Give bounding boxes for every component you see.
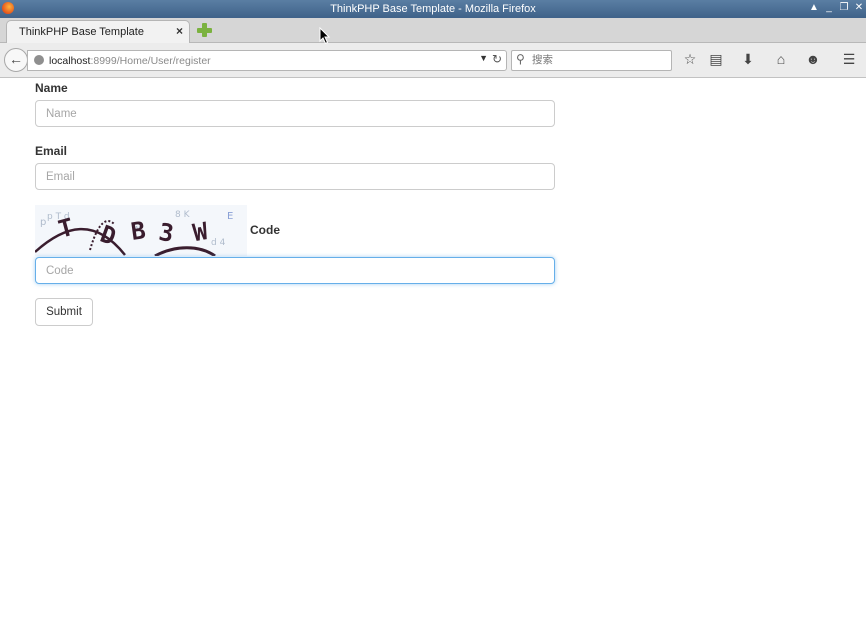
- home-icon[interactable]: ⌂: [771, 49, 791, 69]
- submit-button[interactable]: Submit: [35, 298, 93, 326]
- code-label: Code: [250, 223, 280, 237]
- name-label: Name: [35, 81, 68, 95]
- window-titlebar: ThinkPHP Base Template - Mozilla Firefox…: [0, 0, 866, 18]
- svg-text:B: B: [129, 216, 147, 246]
- svg-text:p: p: [40, 217, 46, 228]
- search-input[interactable]: [532, 53, 666, 67]
- url-text[interactable]: localhost:8999/Home/User/register: [49, 55, 211, 67]
- minimize-icon[interactable]: _: [823, 2, 835, 13]
- back-button[interactable]: ←: [4, 48, 28, 72]
- search-box[interactable]: ⚲: [511, 50, 672, 71]
- url-bar[interactable]: localhost:8999/Home/User/register ▼ ↻: [27, 50, 507, 71]
- site-identity-icon[interactable]: [34, 55, 44, 65]
- captcha-graphic: p T d 8 K E p w d 4 T D B 3 W: [35, 210, 233, 256]
- svg-text:W: W: [191, 217, 211, 247]
- tab-label: ThinkPHP Base Template: [19, 26, 144, 38]
- reload-icon[interactable]: ↻: [492, 52, 502, 66]
- url-host: localhost: [49, 55, 91, 67]
- svg-text:8 K: 8 K: [175, 210, 191, 220]
- name-field[interactable]: [35, 100, 555, 127]
- maximize-icon[interactable]: ❐: [838, 2, 850, 13]
- chat-icon[interactable]: ☻: [803, 49, 823, 69]
- tab-thinkphp[interactable]: ThinkPHP Base Template ×: [6, 20, 190, 43]
- svg-text:3: 3: [157, 218, 176, 248]
- code-field[interactable]: [35, 257, 555, 284]
- svg-text:d 4: d 4: [211, 238, 226, 248]
- email-label: Email: [35, 144, 68, 158]
- tab-bar: ThinkPHP Base Template ×: [0, 18, 866, 43]
- bookmark-star-icon[interactable]: ☆: [680, 49, 700, 69]
- close-window-icon[interactable]: ✕: [853, 2, 865, 13]
- name-input[interactable]: [36, 101, 554, 126]
- url-history-dropdown-icon[interactable]: ▼: [479, 53, 488, 63]
- url-path: :8999/Home/User/register: [90, 55, 211, 67]
- downloads-icon[interactable]: ⬇: [738, 49, 758, 69]
- navigation-toolbar: ← localhost:8999/Home/User/register ▼ ↻ …: [0, 43, 866, 78]
- svg-text:T: T: [55, 213, 76, 244]
- search-icon: ⚲: [516, 52, 525, 66]
- mouse-cursor-icon: [319, 27, 331, 45]
- menu-icon[interactable]: ☰: [839, 49, 859, 69]
- new-tab-icon[interactable]: [196, 22, 212, 38]
- bookmarks-list-icon[interactable]: ▤: [706, 49, 726, 69]
- captcha-image[interactable]: p T d 8 K E p w d 4 T D B 3 W: [35, 205, 247, 256]
- tab-close-icon[interactable]: ×: [176, 24, 183, 38]
- window-menu-icon[interactable]: ▲: [808, 2, 820, 13]
- svg-text:E: E: [227, 211, 233, 222]
- code-input[interactable]: [36, 258, 554, 283]
- email-input[interactable]: [36, 164, 554, 189]
- window-title: ThinkPHP Base Template - Mozilla Firefox: [330, 3, 536, 15]
- email-field[interactable]: [35, 163, 555, 190]
